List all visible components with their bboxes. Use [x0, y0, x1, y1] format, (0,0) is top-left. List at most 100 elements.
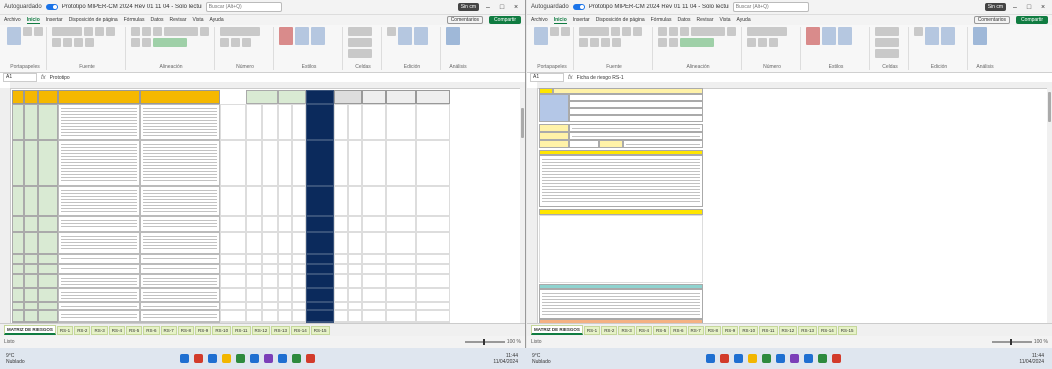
matrix-cell[interactable] [24, 264, 38, 274]
matrix-cell[interactable] [348, 274, 362, 288]
matrix-cell[interactable] [24, 140, 38, 186]
underline-icon[interactable] [579, 38, 588, 47]
matrix-cell[interactable] [38, 140, 58, 186]
menu-item-datos[interactable]: Datos [150, 17, 163, 23]
matrix-cell[interactable] [278, 104, 292, 140]
font-size-select[interactable] [611, 27, 620, 36]
risk-id-cell[interactable] [539, 94, 569, 122]
sheet-tab[interactable]: RS-14 [291, 325, 310, 335]
matrix-cell[interactable] [246, 186, 262, 216]
format-cells-button[interactable] [348, 49, 372, 58]
menu-item-revisar[interactable]: Revisar [170, 17, 187, 23]
matrix-cell[interactable] [292, 254, 306, 264]
header-cell[interactable] [38, 90, 58, 104]
header-cell[interactable] [416, 90, 450, 104]
italic-icon[interactable] [633, 27, 642, 36]
matrix-cell[interactable] [348, 232, 362, 254]
scroll-thumb[interactable] [521, 108, 524, 138]
matrix-cell[interactable] [246, 310, 262, 322]
matrix-cell[interactable] [334, 140, 348, 186]
matrix-cell[interactable] [278, 264, 292, 274]
matrix-cell[interactable] [362, 274, 386, 288]
matrix-cell[interactable] [306, 254, 334, 264]
taskbar-app-icon[interactable] [804, 354, 813, 363]
taskbar-app-icon[interactable] [264, 354, 273, 363]
sheet-tab[interactable]: RS-5 [652, 325, 670, 335]
matrix-cell[interactable] [262, 288, 278, 302]
matrix-cell[interactable] [348, 264, 362, 274]
matrix-cell[interactable] [262, 140, 278, 186]
align-top-icon[interactable] [658, 27, 667, 36]
sheet-tab[interactable]: RS-6 [670, 325, 687, 335]
system-tray[interactable]: 11:44 11/04/2024 [493, 353, 518, 365]
cell[interactable] [569, 115, 703, 122]
menu-item-formulas[interactable]: Fórmulas [651, 17, 672, 23]
matrix-cell[interactable] [140, 274, 220, 288]
sheet-tab[interactable]: RS-15 [310, 325, 330, 335]
sheet-tab[interactable]: RS-4 [108, 325, 125, 335]
matrix-cell[interactable] [362, 264, 386, 274]
matrix-cell[interactable] [12, 140, 24, 186]
taskbar-app-icon[interactable] [292, 354, 301, 363]
taskbar-app-icon[interactable] [236, 354, 245, 363]
cell[interactable] [569, 124, 703, 132]
system-tray[interactable]: 11:44 11/04/2024 [1019, 353, 1044, 365]
align-left-icon[interactable] [727, 27, 736, 36]
header-cell-green[interactable] [278, 90, 306, 104]
autosave-toggle[interactable] [572, 4, 585, 10]
matrix-cell[interactable] [306, 140, 334, 186]
menu-item-ayuda[interactable]: Ayuda [210, 17, 224, 23]
matrix-cell[interactable] [12, 264, 24, 274]
sheet-tab[interactable]: RS-13 [271, 325, 291, 335]
matrix-cell[interactable] [416, 254, 450, 264]
matrix-cell[interactable] [262, 104, 278, 140]
share-button[interactable]: Compartir [489, 16, 521, 24]
matrix-cell[interactable] [140, 232, 220, 254]
paste-icon[interactable] [7, 27, 21, 45]
menu-item-ayuda[interactable]: Ayuda [737, 17, 751, 23]
matrix-cell[interactable] [12, 232, 24, 254]
sheet-tab[interactable]: RS-12 [251, 325, 271, 335]
border-icon[interactable] [590, 38, 599, 47]
matrix-cell[interactable] [246, 140, 262, 186]
close-icon[interactable]: × [1038, 4, 1048, 11]
matrix-cell[interactable] [292, 310, 306, 322]
zoom-level[interactable]: 100 % [1034, 339, 1048, 345]
matrix-cell[interactable] [262, 274, 278, 288]
matrix-cell[interactable] [362, 186, 386, 216]
matrix-cell[interactable] [262, 302, 278, 310]
matrix-cell[interactable] [262, 264, 278, 274]
header-cell[interactable] [12, 90, 24, 104]
comments-button[interactable]: Comentarios [446, 16, 484, 24]
matrix-cell[interactable] [246, 264, 262, 274]
matrix-cell[interactable] [58, 254, 140, 264]
font-color-icon[interactable] [612, 38, 621, 47]
header-cell-green[interactable] [246, 90, 278, 104]
matrix-cell[interactable] [292, 302, 306, 310]
header-cell[interactable] [334, 90, 362, 104]
formula-input[interactable]: Ficha de riesgo RS-1 [577, 75, 624, 81]
find-select-icon[interactable] [941, 27, 955, 45]
matrix-cell[interactable] [38, 104, 58, 140]
cell[interactable] [569, 94, 703, 101]
matrix-cell[interactable] [334, 254, 348, 264]
matrix-cell[interactable] [38, 288, 58, 302]
matrix-cell[interactable] [38, 302, 58, 310]
menu-item-formulas[interactable]: Fórmulas [124, 17, 145, 23]
matrix-cell[interactable] [140, 186, 220, 216]
matrix-cell[interactable] [334, 310, 348, 322]
matrix-cell[interactable] [416, 216, 450, 232]
matrix-cell[interactable] [24, 186, 38, 216]
matrix-cell[interactable] [220, 254, 246, 264]
sheet-tab[interactable]: RS-5 [125, 325, 143, 335]
cell-styles-icon[interactable] [838, 27, 852, 45]
sheet-tab[interactable]: RS-7 [687, 325, 704, 335]
matrix-cell[interactable] [362, 288, 386, 302]
matrix-cell[interactable] [306, 232, 334, 254]
matrix-cell[interactable] [262, 186, 278, 216]
matrix-cell[interactable] [386, 140, 416, 186]
sheet-tab[interactable]: RS-15 [837, 325, 857, 335]
matrix-cell[interactable] [386, 302, 416, 310]
matrix-cell[interactable] [140, 140, 220, 186]
matrix-cell[interactable] [292, 232, 306, 254]
